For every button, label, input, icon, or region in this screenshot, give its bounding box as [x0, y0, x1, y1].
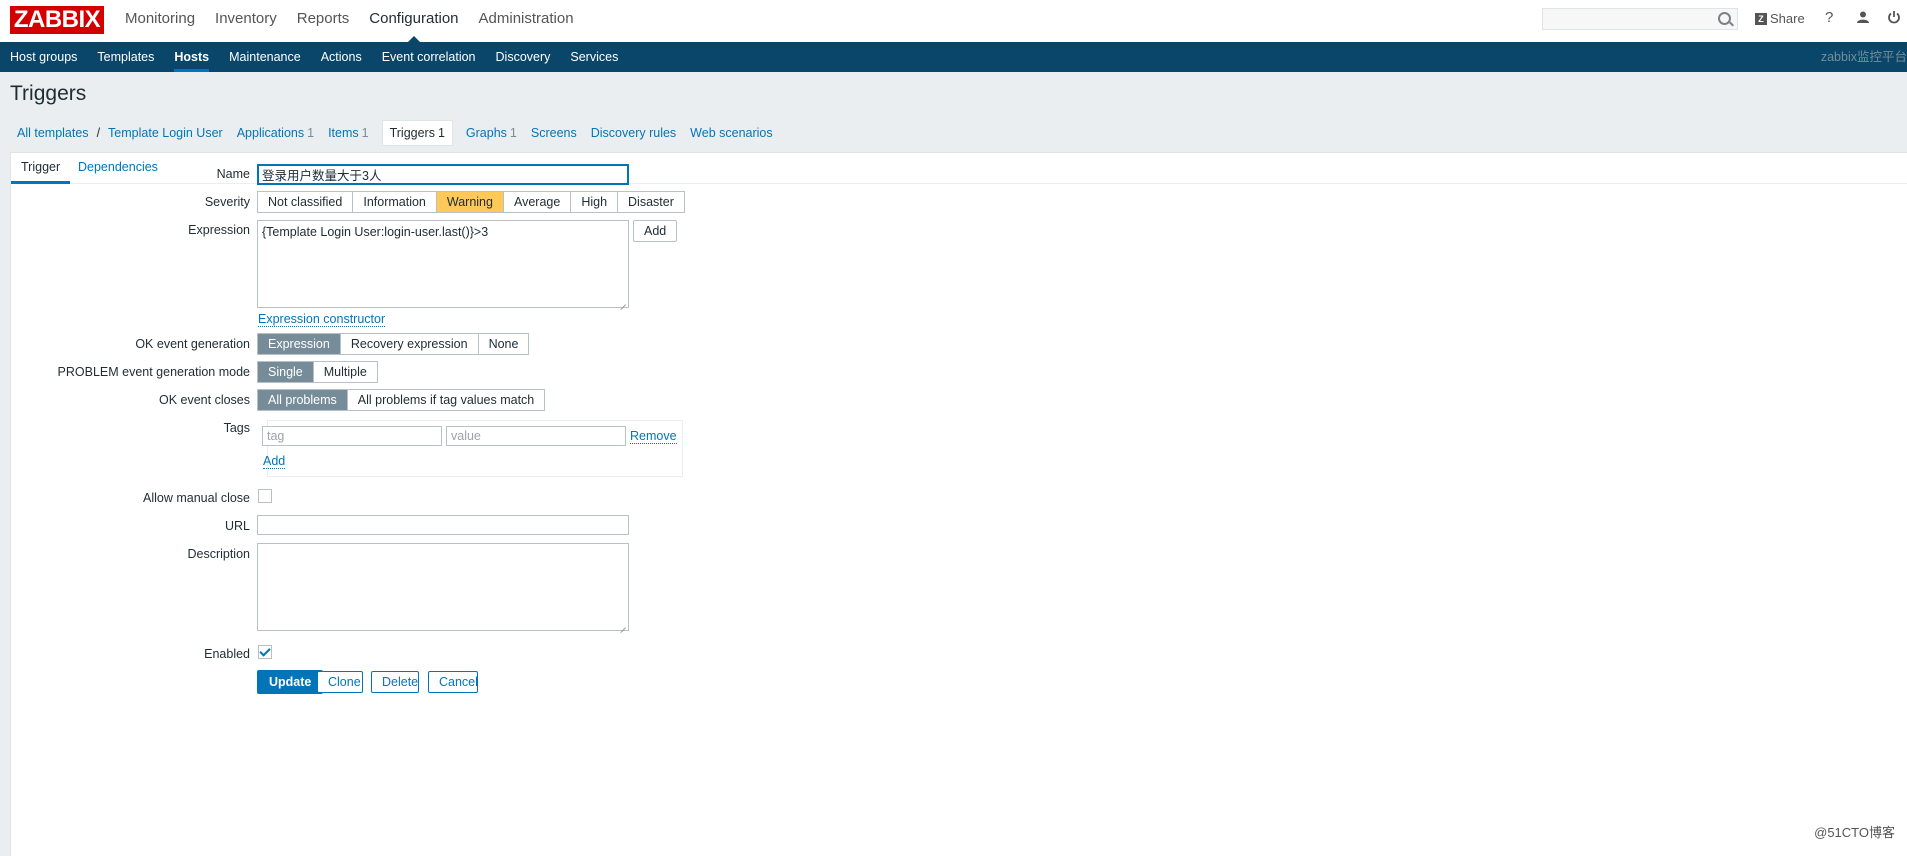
search-icon[interactable] [1718, 12, 1731, 25]
breadcrumb-template[interactable]: Template Login User [101, 121, 230, 145]
severity-high[interactable]: High [571, 192, 619, 212]
enabled-label: Enabled [204, 647, 250, 661]
server-name: zabbix监控平台 [1820, 50, 1907, 64]
submenu-maintenance[interactable]: Maintenance [219, 42, 311, 72]
page-title: Triggers [10, 82, 87, 105]
menu-inventory[interactable]: Inventory [205, 0, 287, 42]
breadcrumb-web-scenarios[interactable]: Web scenarios [683, 121, 779, 145]
menu-reports[interactable]: Reports [287, 0, 360, 42]
user-icon[interactable] [1856, 10, 1870, 28]
severity-information[interactable]: Information [353, 192, 437, 212]
applications-count: 1 [307, 126, 315, 140]
items-count: 1 [361, 126, 369, 140]
breadcrumb-discovery-rules[interactable]: Discovery rules [584, 121, 683, 145]
ok-gen-none[interactable]: None [478, 334, 529, 354]
name-input[interactable] [257, 164, 629, 185]
ok-event-closes-selector: All problems All problems if tag values … [257, 389, 546, 411]
ok-gen-expression[interactable]: Expression [258, 334, 341, 354]
tag-add-link[interactable]: Add [263, 454, 286, 469]
breadcrumb-graphs[interactable]: Graphs 1 [459, 121, 524, 145]
cancel-button[interactable]: Cancel [428, 671, 478, 693]
submenu-host-groups[interactable]: Host groups [0, 42, 87, 72]
ok-event-generation-label: OK event generation [135, 337, 250, 351]
description-textarea[interactable] [257, 543, 629, 631]
ok-event-generation-selector: Expression Recovery expression None [257, 333, 530, 355]
problem-mode-multiple[interactable]: Multiple [313, 362, 377, 382]
share-button[interactable]: Z Share [1755, 11, 1805, 26]
trigger-form-panel: Trigger Dependencies Name Severity Not c… [10, 152, 1907, 856]
problem-mode-selector: Single Multiple [257, 361, 378, 383]
severity-label: Severity [204, 195, 250, 209]
graphs-count: 1 [509, 126, 517, 140]
ok-closes-tag-match[interactable]: All problems if tag values match [347, 390, 545, 410]
menu-configuration[interactable]: Configuration [359, 0, 468, 42]
breadcrumb-applications[interactable]: Applications 1 [230, 121, 321, 145]
expression-constructor-link[interactable]: Expression constructor [258, 312, 386, 327]
description-label: Description [187, 547, 250, 561]
name-label: Name [216, 167, 250, 181]
zabbix-logo[interactable]: ZABBIX [10, 6, 104, 34]
graphs-label: Graphs [465, 126, 507, 140]
applications-label: Applications [236, 126, 305, 140]
delete-button[interactable]: Delete [371, 671, 419, 693]
allow-manual-close-checkbox[interactable] [258, 489, 272, 503]
top-bar: ZABBIX Monitoring Inventory Reports Conf… [0, 0, 1907, 42]
severity-disaster[interactable]: Disaster [618, 192, 684, 212]
submenu-event-correlation[interactable]: Event correlation [372, 42, 486, 72]
sub-menu: Host groups Templates Hosts Maintenance … [0, 42, 628, 72]
ok-gen-recovery-expression[interactable]: Recovery expression [340, 334, 479, 354]
ok-closes-all[interactable]: All problems [258, 390, 348, 410]
breadcrumb-screens[interactable]: Screens [524, 121, 584, 145]
breadcrumb-all-templates[interactable]: All templates [10, 121, 96, 145]
breadcrumb-items[interactable]: Items 1 [321, 121, 376, 145]
triggers-count: 1 [437, 126, 445, 140]
submenu-services[interactable]: Services [560, 42, 628, 72]
resize-handle[interactable] [619, 621, 627, 629]
power-icon[interactable] [1887, 10, 1901, 28]
breadcrumb-triggers[interactable]: Triggers 1 [381, 120, 453, 146]
submenu-discovery[interactable]: Discovery [486, 42, 561, 72]
search-input[interactable] [1542, 8, 1738, 30]
expression-add-button[interactable]: Add [633, 220, 678, 242]
severity-not-classified[interactable]: Not classified [258, 192, 354, 212]
share-label: Share [1770, 11, 1805, 26]
sub-menu-bar: Host groups Templates Hosts Maintenance … [0, 42, 1907, 72]
tag-name-input[interactable] [262, 426, 442, 446]
tags-label: Tags [223, 421, 250, 435]
watermark: @51CTO博客 [1814, 825, 1895, 840]
url-label: URL [224, 519, 250, 533]
clone-button[interactable]: Clone [317, 671, 363, 693]
items-label: Items [328, 126, 359, 140]
update-button[interactable]: Update [257, 670, 324, 694]
allow-manual-close-label: Allow manual close [143, 491, 250, 505]
submenu-actions[interactable]: Actions [311, 42, 372, 72]
resize-handle[interactable] [619, 298, 627, 306]
problem-mode-label: PROBLEM event generation mode [57, 365, 250, 379]
severity-average[interactable]: Average [503, 192, 572, 212]
url-input[interactable] [257, 515, 629, 535]
ok-event-closes-label: OK event closes [158, 393, 250, 407]
main-menu: Monitoring Inventory Reports Configurati… [115, 0, 584, 42]
help-icon[interactable]: ? [1825, 9, 1833, 26]
enabled-checkbox[interactable] [258, 645, 272, 659]
triggers-label: Triggers [389, 126, 435, 140]
menu-administration[interactable]: Administration [469, 0, 584, 42]
breadcrumb: All templates / Template Login User Appl… [10, 120, 780, 146]
tag-remove-link[interactable]: Remove [630, 429, 677, 444]
tag-value-input[interactable] [446, 426, 626, 446]
share-icon: Z [1755, 12, 1767, 25]
severity-selector: Not classified Information Warning Avera… [257, 191, 685, 213]
expression-label: Expression [188, 223, 250, 237]
severity-warning[interactable]: Warning [436, 192, 504, 212]
expression-textarea[interactable]: {Template Login User:login-user.last()}>… [257, 220, 629, 308]
submenu-templates[interactable]: Templates [87, 42, 164, 72]
submenu-hosts[interactable]: Hosts [164, 42, 219, 72]
problem-mode-single[interactable]: Single [258, 362, 314, 382]
menu-monitoring[interactable]: Monitoring [115, 0, 205, 42]
